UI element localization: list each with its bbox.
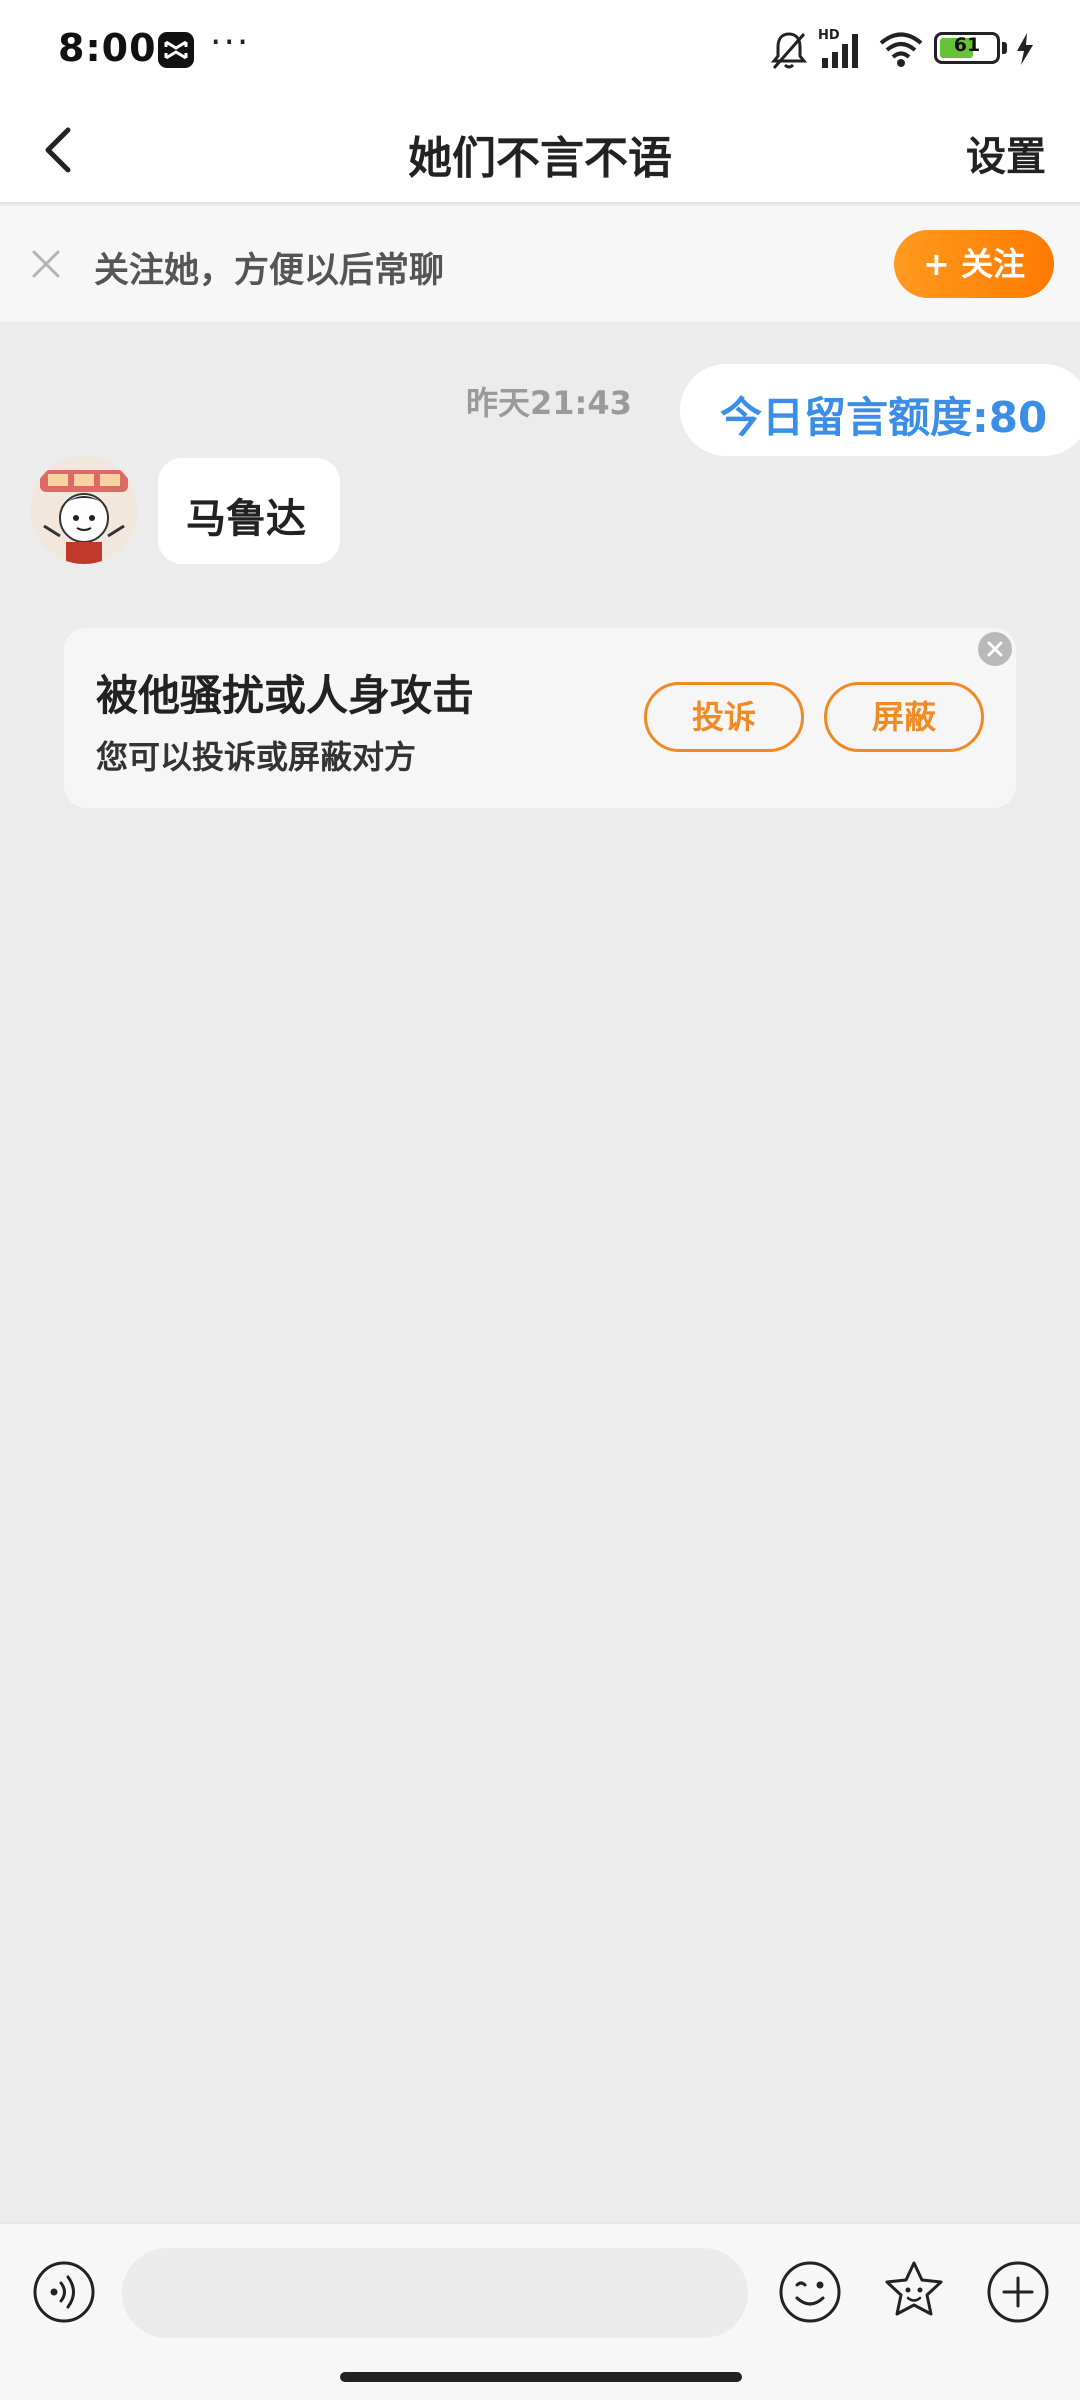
avatar-image	[30, 456, 138, 564]
message-quota-pill: 今日留言额度:80	[680, 364, 1080, 456]
close-icon[interactable]	[26, 244, 66, 284]
status-bar: 8:00 ··· HD 61	[0, 0, 1080, 100]
harassment-report-card: 被他骚扰或人身攻击 您可以投诉或屏蔽对方 投诉 屏蔽	[64, 628, 1016, 808]
message-timestamp: 昨天21:43	[466, 384, 632, 422]
chat-header: 她们不言不语 设置	[0, 100, 1080, 204]
wifi-icon	[879, 32, 923, 67]
plus-icon[interactable]	[986, 2260, 1050, 2324]
message-input[interactable]	[122, 2248, 748, 2338]
follow-button[interactable]: + 关注	[894, 230, 1054, 298]
emoji-icon[interactable]	[778, 2260, 842, 2324]
charging-bolt-icon	[1017, 33, 1033, 65]
report-card-title: 被他骚扰或人身攻击	[96, 671, 475, 720]
avatar[interactable]	[30, 456, 138, 564]
incoming-message-bubble[interactable]: 马鲁达	[158, 458, 340, 564]
block-button[interactable]: 屏蔽	[824, 682, 984, 752]
battery-level-text: 61	[953, 34, 981, 56]
voice-icon[interactable]	[32, 2260, 96, 2324]
settings-button[interactable]: 设置	[966, 124, 1046, 182]
follow-banner: 关注她，方便以后常聊 + 关注	[0, 206, 1080, 322]
page-title: 她们不言不语	[408, 133, 672, 184]
capcut-icon	[158, 32, 194, 68]
status-time: 8:00	[58, 26, 157, 70]
close-circle-icon[interactable]	[978, 632, 1012, 666]
battery-icon: 61	[934, 32, 1000, 64]
mute-bell-icon	[770, 32, 808, 69]
complain-button[interactable]: 投诉	[644, 682, 804, 752]
follow-prompt-text: 关注她，方便以后常聊	[94, 251, 445, 291]
battery-cap	[1002, 42, 1007, 54]
report-card-subtitle: 您可以投诉或屏蔽对方	[96, 738, 417, 776]
home-indicator[interactable]	[340, 2372, 742, 2382]
sticker-icon[interactable]	[880, 2258, 948, 2326]
signal-icon	[822, 34, 858, 68]
message-quota-text: 今日留言额度:80	[720, 393, 1048, 442]
more-notifications-icon: ···	[210, 22, 251, 63]
incoming-message-text: 马鲁达	[186, 496, 306, 542]
